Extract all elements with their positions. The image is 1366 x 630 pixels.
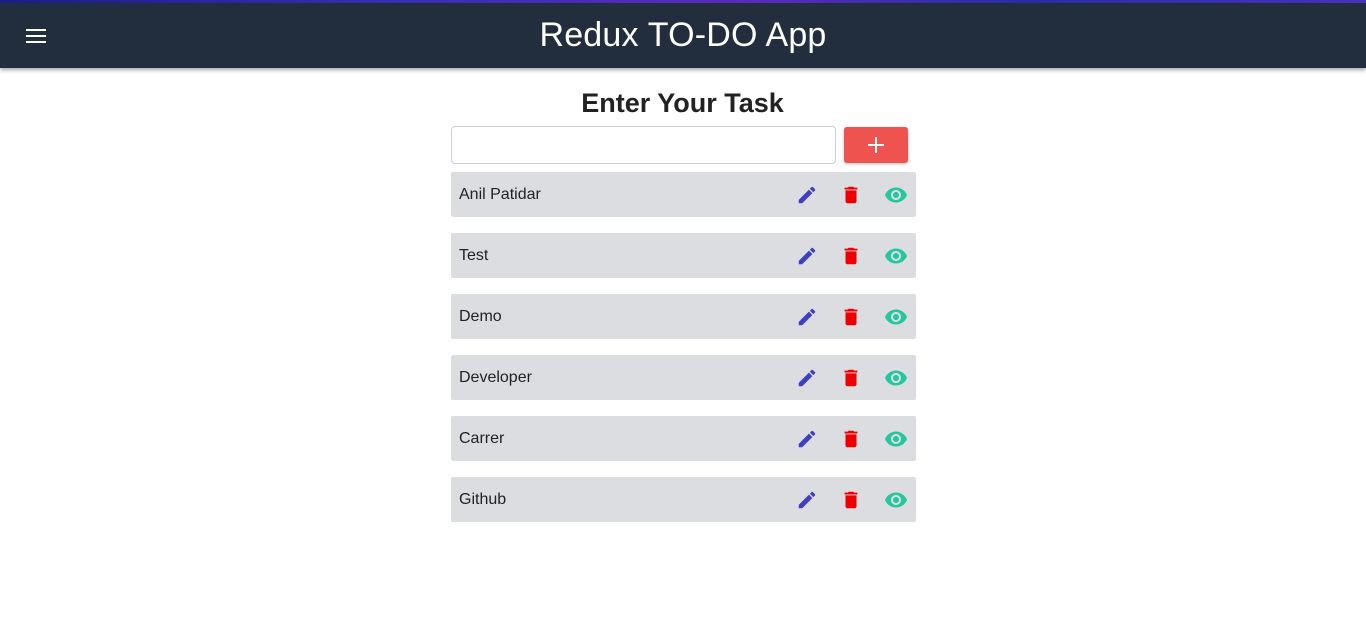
eye-icon [885, 248, 907, 264]
task-item: Demo [451, 294, 916, 339]
edit-task-button[interactable] [794, 243, 820, 269]
trash-icon [844, 247, 858, 265]
view-task-button[interactable] [883, 304, 909, 330]
app-bar: Redux TO-DO App [0, 3, 1366, 68]
pencil-icon [798, 369, 816, 387]
trash-icon [844, 308, 858, 326]
edit-task-button[interactable] [794, 487, 820, 513]
view-task-button[interactable] [883, 182, 909, 208]
edit-task-button[interactable] [794, 182, 820, 208]
delete-task-button[interactable] [838, 243, 864, 269]
trash-icon [844, 186, 858, 204]
pencil-icon [798, 491, 816, 509]
eye-icon [885, 492, 907, 508]
pencil-icon [798, 430, 816, 448]
task-input-row [451, 126, 916, 164]
view-task-button[interactable] [883, 365, 909, 391]
delete-task-button[interactable] [838, 304, 864, 330]
delete-task-button[interactable] [838, 365, 864, 391]
menu-icon [26, 29, 46, 43]
task-input[interactable] [451, 126, 836, 164]
trash-icon [844, 491, 858, 509]
delete-task-button[interactable] [838, 182, 864, 208]
edit-task-button[interactable] [794, 365, 820, 391]
task-item: Test [451, 233, 916, 278]
pencil-icon [798, 186, 816, 204]
delete-task-button[interactable] [838, 426, 864, 452]
view-task-button[interactable] [883, 426, 909, 452]
task-item: Anil Patidar [451, 172, 916, 217]
view-task-button[interactable] [883, 487, 909, 513]
form-heading: Enter Your Task [581, 88, 784, 118]
edit-task-button[interactable] [794, 304, 820, 330]
trash-icon [844, 430, 858, 448]
app-title: Redux TO-DO App [539, 16, 827, 54]
pencil-icon [798, 308, 816, 326]
trash-icon [844, 369, 858, 387]
add-task-button[interactable] [844, 127, 908, 163]
view-task-button[interactable] [883, 243, 909, 269]
task-item: Carrer [451, 416, 916, 461]
edit-task-button[interactable] [794, 426, 820, 452]
task-list: Anil Patidar Test Demo Developer Carrer … [451, 172, 916, 522]
pencil-icon [798, 247, 816, 265]
menu-button[interactable] [20, 20, 52, 52]
task-item: Github [451, 477, 916, 522]
delete-task-button[interactable] [838, 487, 864, 513]
eye-icon [885, 187, 907, 203]
plus-icon [868, 137, 884, 153]
eye-icon [885, 370, 907, 386]
main-content: Enter Your Task Anil Patidar Test Demo D… [451, 68, 916, 538]
eye-icon [885, 309, 907, 325]
task-item: Developer [451, 355, 916, 400]
eye-icon [885, 431, 907, 447]
